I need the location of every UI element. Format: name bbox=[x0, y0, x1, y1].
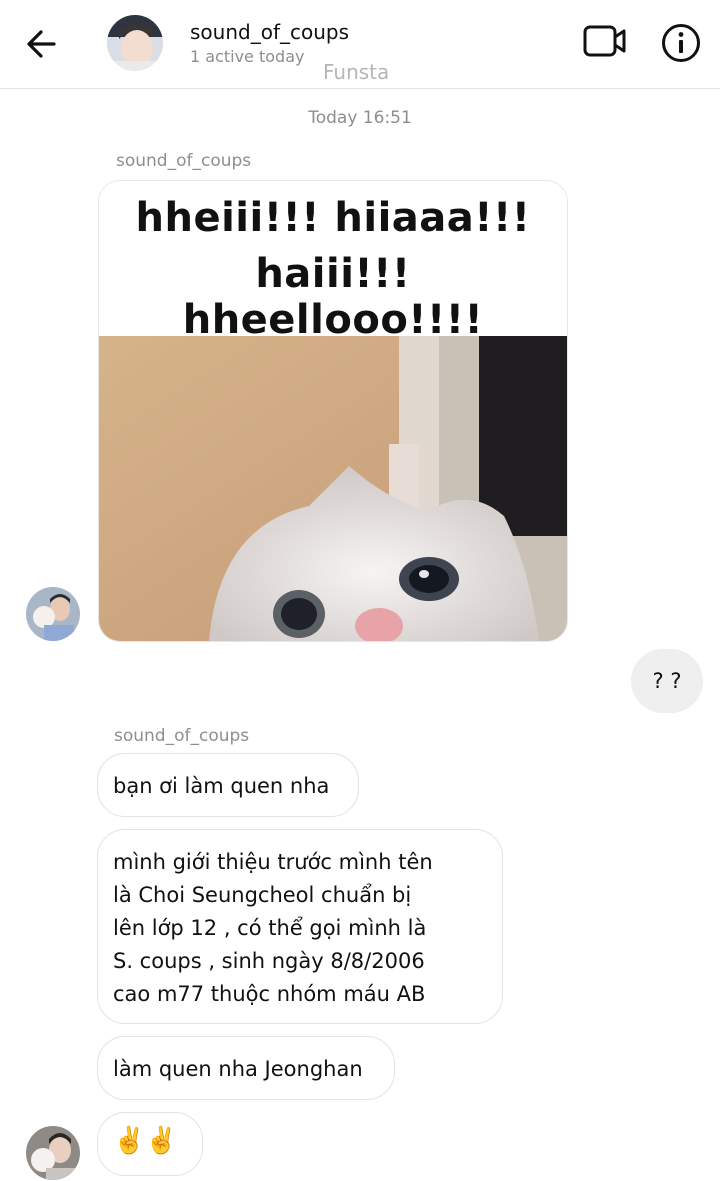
message-text: mình giới thiệu trước mình tên là Choi S… bbox=[113, 846, 433, 1011]
meme-caption-line-1: hheiii!!! hiiaaa!!! bbox=[135, 195, 531, 241]
sender-name-label: sound_of_coups bbox=[116, 151, 252, 171]
back-button[interactable] bbox=[22, 26, 62, 62]
message-line: lên lớp 12 , có thể gọi mình là bbox=[113, 916, 427, 940]
image-message[interactable]: hheiii!!! hiiaaa!!! haiii!!! hheellooo!!… bbox=[98, 180, 568, 642]
video-call-icon bbox=[583, 25, 626, 57]
incoming-message-bubble[interactable]: làm quen nha Jeonghan bbox=[97, 1036, 395, 1100]
message-line: cao m77 thuộc nhóm máu AB bbox=[113, 982, 426, 1006]
outgoing-message-bubble[interactable]: ? ? bbox=[631, 649, 703, 713]
meme-caption: hheiii!!! hiiaaa!!! haiii!!! hheellooo!!… bbox=[99, 181, 567, 343]
info-button[interactable] bbox=[660, 22, 702, 64]
arrow-left-icon bbox=[27, 30, 56, 58]
video-call-button[interactable] bbox=[582, 22, 628, 60]
message-line: là Choi Seungcheol chuẩn bị bbox=[113, 883, 412, 907]
message-timestamp: Today 16:51 bbox=[308, 108, 412, 128]
sender-avatar[interactable] bbox=[26, 1126, 80, 1180]
account-subtitle: Funsta bbox=[323, 60, 390, 84]
message-line: S. coups , sinh ngày 8/8/2006 bbox=[113, 949, 425, 973]
header-username[interactable]: sound_of_coups bbox=[190, 20, 349, 44]
header-avatar[interactable] bbox=[107, 15, 163, 71]
incoming-message-bubble[interactable]: ✌️✌️ bbox=[97, 1112, 203, 1176]
meme-caption-line-2: haiii!!! hheellooo!!!! bbox=[182, 251, 484, 343]
chat-header: sound_of_coups 1 active today Funsta bbox=[0, 0, 720, 89]
sender-name-label: sound_of_coups bbox=[114, 726, 250, 746]
message-text: làm quen nha Jeonghan bbox=[113, 1057, 363, 1081]
message-text: ✌️✌️ bbox=[113, 1126, 178, 1156]
cat-photo bbox=[99, 336, 567, 641]
sender-avatar[interactable] bbox=[26, 587, 80, 641]
message-text: bạn ơi làm quen nha bbox=[113, 774, 330, 798]
message-line: mình giới thiệu trước mình tên bbox=[113, 850, 433, 874]
incoming-message-bubble[interactable]: bạn ơi làm quen nha bbox=[97, 753, 359, 817]
info-icon bbox=[662, 24, 700, 62]
active-status: 1 active today bbox=[190, 47, 305, 66]
incoming-message-bubble[interactable]: mình giới thiệu trước mình tên là Choi S… bbox=[97, 829, 503, 1024]
